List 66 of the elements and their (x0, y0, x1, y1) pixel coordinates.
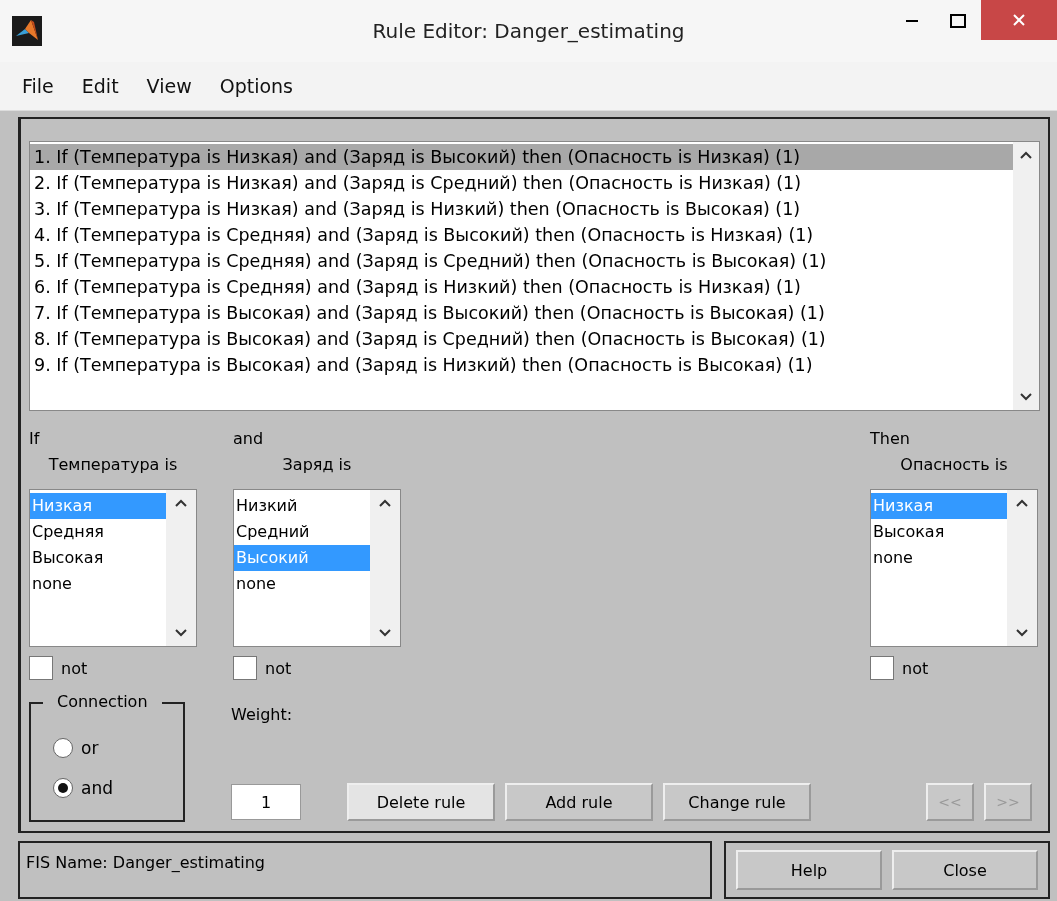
app-logo-icon (12, 16, 42, 46)
list-option[interactable]: Низкий (234, 493, 370, 519)
dialog-button[interactable]: Help (736, 850, 882, 890)
radio-button[interactable] (53, 778, 73, 798)
variable-label: Температура is (47, 455, 179, 476)
list-option[interactable]: Высокая (30, 545, 166, 571)
scroll-up-icon (1019, 150, 1033, 160)
maximize-icon (950, 14, 966, 28)
not-checkbox[interactable] (233, 656, 257, 680)
rule-item[interactable]: 7. If (Температура is Высокая) and (Заряд is Высокий) then (Опасность is Высокая) (1) (30, 300, 1013, 326)
scroll-bar[interactable] (1013, 142, 1039, 410)
list-option[interactable]: none (234, 571, 370, 597)
menu-item[interactable]: View (132, 75, 206, 97)
rule-item[interactable]: 1. If (Температура is Низкая) and (Заряд is Высокий) then (Опасность is Низкая) (1) (30, 144, 1013, 170)
status-text: FIS Name: Danger_estimating (18, 841, 712, 899)
radio-label: or (81, 738, 99, 758)
scroll-up-icon (1015, 498, 1029, 508)
option-list[interactable]: Низкая Высокая none (870, 489, 1038, 647)
rule-item[interactable]: 9. If (Температура is Высокая) and (Заряд is Низкий) then (Опасность is Высокая) (1) (30, 352, 1013, 378)
radio-label: and (81, 778, 113, 798)
scroll-up-icon (174, 498, 188, 508)
variable-label: Заряд is (281, 455, 353, 476)
scroll-up-icon (378, 498, 392, 508)
weight-field[interactable]: 1 (231, 784, 301, 820)
checkbox-label: not (902, 658, 929, 678)
rule-item[interactable]: 5. If (Температура is Средняя) and (Заряд is Средний) then (Опасность is Высокая) (1) (30, 248, 1013, 274)
list-option[interactable]: Средняя (30, 519, 166, 545)
rule-list[interactable] (29, 141, 1040, 411)
minimize-icon (906, 20, 918, 22)
scroll-down-icon (174, 628, 188, 638)
dialog-button[interactable]: Close (892, 850, 1038, 890)
menu-item[interactable]: File (8, 75, 68, 97)
rule-item[interactable]: 6. If (Температура is Средняя) and (Заряд is Низкий) then (Опасность is Низкая) (1) (30, 274, 1013, 300)
list-option[interactable]: Средний (234, 519, 370, 545)
rule-button[interactable]: Change rule (663, 783, 811, 821)
scroll-down-icon (378, 628, 392, 638)
rule-button[interactable]: Delete rule (347, 783, 495, 821)
option-list[interactable]: Низкая Средняя Высокая none (29, 489, 197, 647)
scroll-bar[interactable] (370, 490, 400, 646)
list-option[interactable]: none (871, 545, 1007, 571)
checkbox-label: not (265, 658, 292, 678)
rule-item[interactable]: 2. If (Температура is Низкая) and (Заряд is Средний) then (Опасность is Низкая) (1) (30, 170, 1013, 196)
menu-item[interactable]: Edit (67, 75, 133, 97)
rule-item[interactable]: 4. If (Температура is Средняя) and (Заряд is Высокий) then (Опасность is Низкая) (1) (30, 222, 1013, 248)
window-title: Rule Editor: Danger_estimating (371, 19, 686, 43)
section-label: Then (870, 429, 911, 450)
rule-item[interactable]: 3. If (Температура is Низкая) and (Заряд is Низкий) then (Опасность is Высокая) (1) (30, 196, 1013, 222)
scroll-down-icon (1015, 628, 1029, 638)
checkbox-label: not (61, 658, 88, 678)
not-checkbox[interactable] (870, 656, 894, 680)
option-list[interactable]: Низкий Средний Высокий none (233, 489, 401, 647)
radio-button[interactable] (53, 738, 73, 758)
variable-label: Опасность is (899, 455, 1009, 476)
menu-item[interactable]: Options (205, 75, 307, 97)
weight-label: Weight: (231, 705, 294, 724)
list-option[interactable]: none (30, 571, 166, 597)
section-label: If (29, 429, 41, 450)
section-label: and (233, 429, 265, 450)
rule-item[interactable]: 8. If (Температура is Высокая) and (Заряд is Средний) then (Опасность is Высокая) (1) (30, 326, 1013, 352)
list-option[interactable]: Высокая (871, 519, 1007, 545)
close-icon (1012, 13, 1026, 27)
scroll-bar[interactable] (1007, 490, 1037, 646)
not-checkbox[interactable] (29, 656, 53, 680)
scroll-bar[interactable] (166, 490, 196, 646)
rule-button[interactable]: Add rule (505, 783, 653, 821)
scroll-down-icon (1019, 392, 1033, 402)
